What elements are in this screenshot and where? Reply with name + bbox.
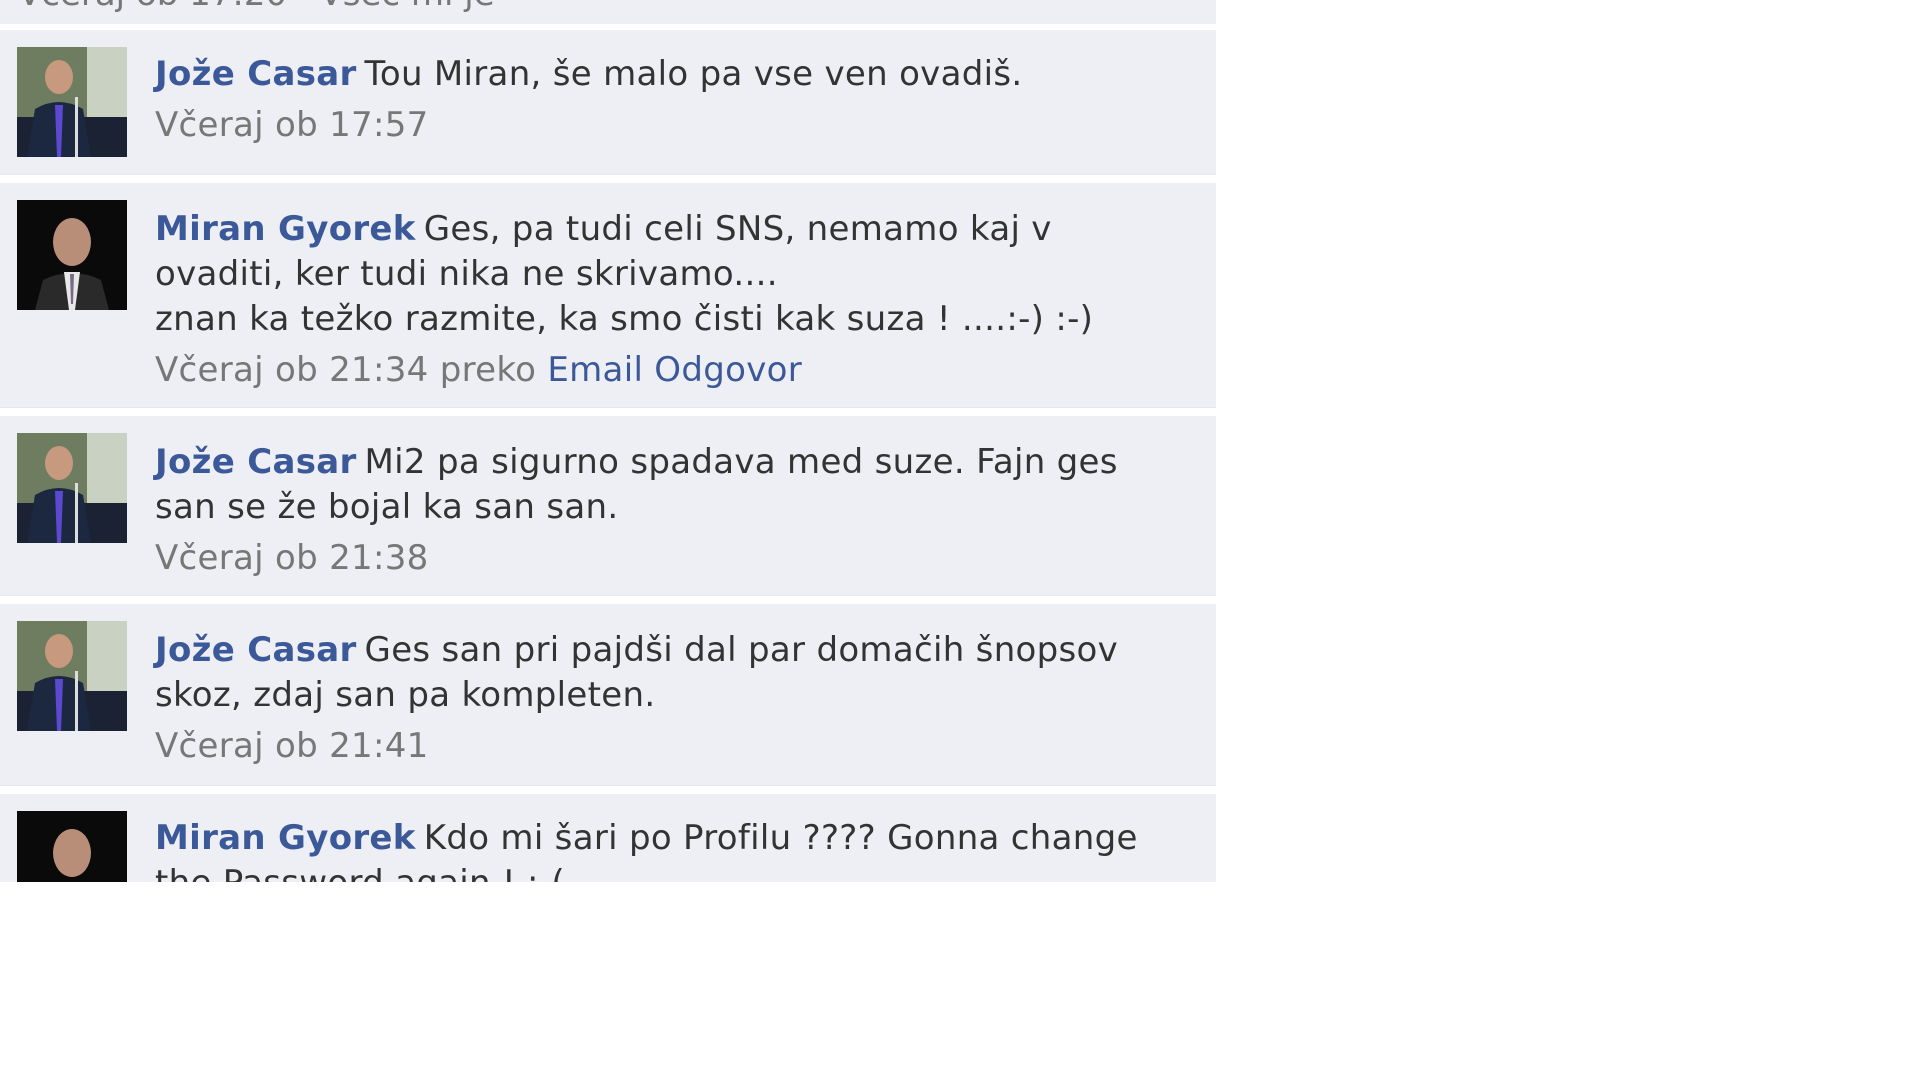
comment-message-line: the Password again ! :-(: [155, 863, 565, 882]
comment-item: Jože Casar Ges san pri pajdši dal par dom…: [0, 604, 1216, 786]
avatar-photo-icon: [17, 433, 127, 543]
comment-author-link[interactable]: Miran Gyorek: [155, 818, 416, 858]
comment-timestamp[interactable]: Včeraj ob 21:34: [155, 350, 429, 390]
comment-text: Jože Casar Ges san pri pajdši dal par dom…: [155, 628, 1192, 718]
comment-author-link[interactable]: Jože Casar: [155, 630, 357, 670]
comment-message-line: san se že bojal ka san san.: [155, 487, 619, 527]
comment-timestamp[interactable]: Včeraj ob 21:38: [155, 536, 1192, 581]
comment-author-link[interactable]: Jože Casar: [155, 54, 357, 94]
avatar-photo-icon: [17, 811, 127, 882]
comment-message-line: ovaditi, ker tudi nika ne skrivamo....: [155, 254, 778, 294]
comment-via-label: preko: [439, 350, 537, 390]
comment-thread-screenshot: Včeraj ob 17:20 · Všeč mi je Jože CasarT…: [0, 0, 1568, 882]
comment-timestamp[interactable]: Včeraj ob 21:41: [155, 724, 1192, 769]
comment-meta: Včeraj ob 21:34 preko Email Odgovor: [155, 348, 1192, 393]
comment-item: Miran Gyorek Kdo mi šari po Profilu ???? …: [0, 794, 1216, 882]
avatar-photo-icon: [17, 621, 127, 731]
email-reply-link[interactable]: Email Odgovor: [547, 350, 802, 390]
comment-author-link[interactable]: Jože Casar: [155, 442, 357, 482]
previous-comment-fragment: Včeraj ob 17:20 · Všeč mi je: [0, 0, 1216, 24]
avatar[interactable]: [17, 621, 127, 731]
avatar-photo-icon: [17, 200, 127, 310]
comment-message-line: Kdo mi šari po Profilu ???? Gonna change: [423, 818, 1138, 858]
avatar[interactable]: [17, 47, 127, 157]
comment-message-line: Ges, pa tudi celi SNS, nemamo kaj v: [423, 209, 1052, 249]
comment-item: Jože Casar Tou Miran, še malo pa vse ven …: [0, 30, 1216, 175]
comment-message-line: znan ka težko razmite, ka smo čisti kak …: [155, 299, 1094, 339]
avatar-photo-icon: [17, 47, 127, 157]
avatar[interactable]: [17, 200, 127, 310]
previous-comment-meta: Včeraj ob 17:20 · Všeč mi je: [18, 0, 495, 14]
comment-item: Jože Casar Mi2 pa sigurno spadava med suz…: [0, 416, 1216, 596]
comment-message: Tou Miran, še malo pa vse ven ovadiš.: [364, 54, 1023, 94]
comment-text: Jože Casar Tou Miran, še malo pa vse ven …: [155, 52, 1192, 97]
comment-message-line: skoz, zdaj san pa kompleten.: [155, 675, 656, 715]
comment-item: Miran Gyorek Ges, pa tudi celi SNS, nemam…: [0, 183, 1216, 408]
comment-author-link[interactable]: Miran Gyorek: [155, 209, 416, 249]
avatar[interactable]: [17, 433, 127, 543]
comment-message-line: Mi2 pa sigurno spadava med suze. Fajn ge…: [364, 442, 1118, 482]
comment-text: Miran Gyorek Kdo mi šari po Profilu ???? …: [155, 816, 1192, 882]
comment-text: Jože Casar Mi2 pa sigurno spadava med suz…: [155, 440, 1192, 530]
avatar[interactable]: [17, 811, 127, 882]
comment-timestamp[interactable]: Včeraj ob 17:57: [155, 103, 1192, 148]
comment-message-line: Ges san pri pajdši dal par domačih šnops…: [364, 630, 1119, 670]
comment-text: Miran Gyorek Ges, pa tudi celi SNS, nemam…: [155, 207, 1192, 342]
